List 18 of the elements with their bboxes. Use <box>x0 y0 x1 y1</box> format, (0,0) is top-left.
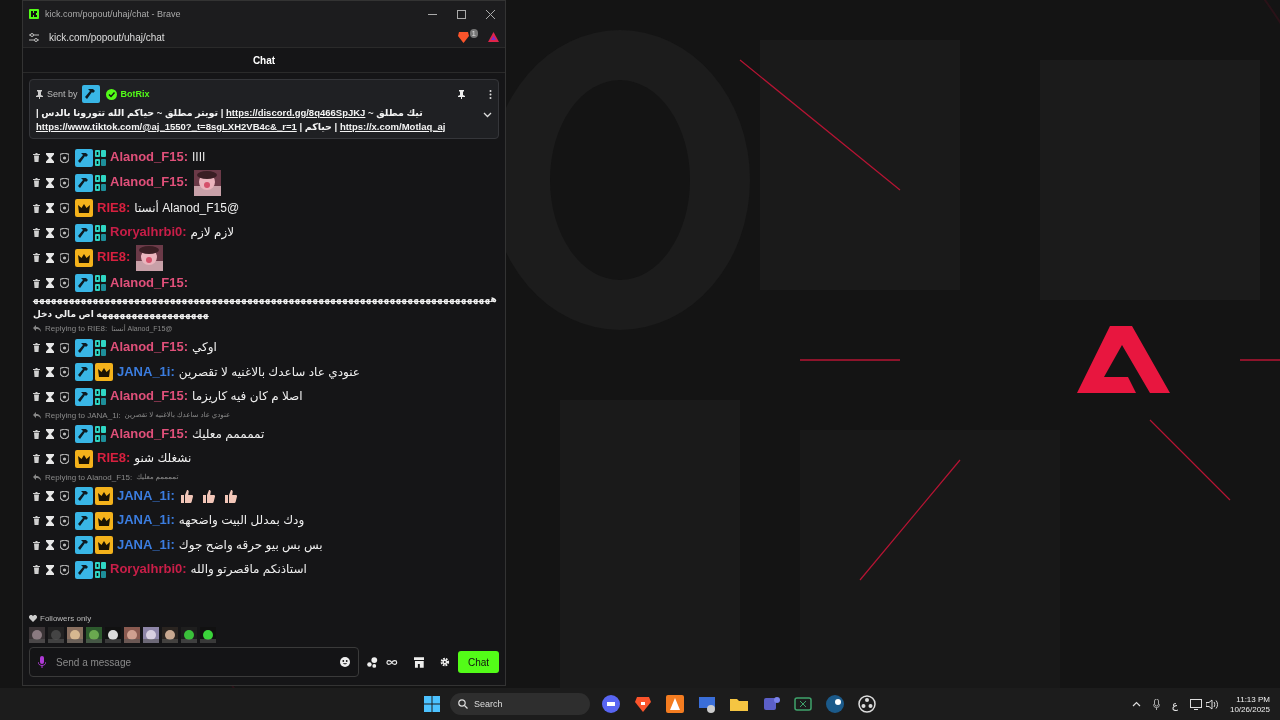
recorder-icon[interactable] <box>858 695 876 713</box>
start-icon[interactable] <box>424 696 440 712</box>
remote-desktop-icon[interactable] <box>698 695 716 713</box>
teams-icon[interactable] <box>762 695 780 713</box>
search-field[interactable]: Search <box>450 693 590 715</box>
chat-app-icon[interactable] <box>602 695 620 713</box>
search-icon <box>458 699 468 709</box>
clock-time[interactable]: 11:13 PM <box>1236 694 1270 704</box>
spreadsheet-icon[interactable] <box>794 695 812 713</box>
launcher-app-icon[interactable] <box>666 695 684 713</box>
caret-up-icon[interactable] <box>1132 701 1141 707</box>
speaker-icon[interactable] <box>1205 698 1218 710</box>
steam-icon[interactable] <box>826 695 844 713</box>
microphone-icon[interactable] <box>1153 698 1160 710</box>
lion-browser-icon[interactable] <box>634 695 652 713</box>
keyboard-language[interactable]: ع <box>1172 698 1178 710</box>
clock-date[interactable]: 10/26/2025 <box>1229 704 1270 714</box>
network-icon[interactable] <box>1189 698 1202 710</box>
